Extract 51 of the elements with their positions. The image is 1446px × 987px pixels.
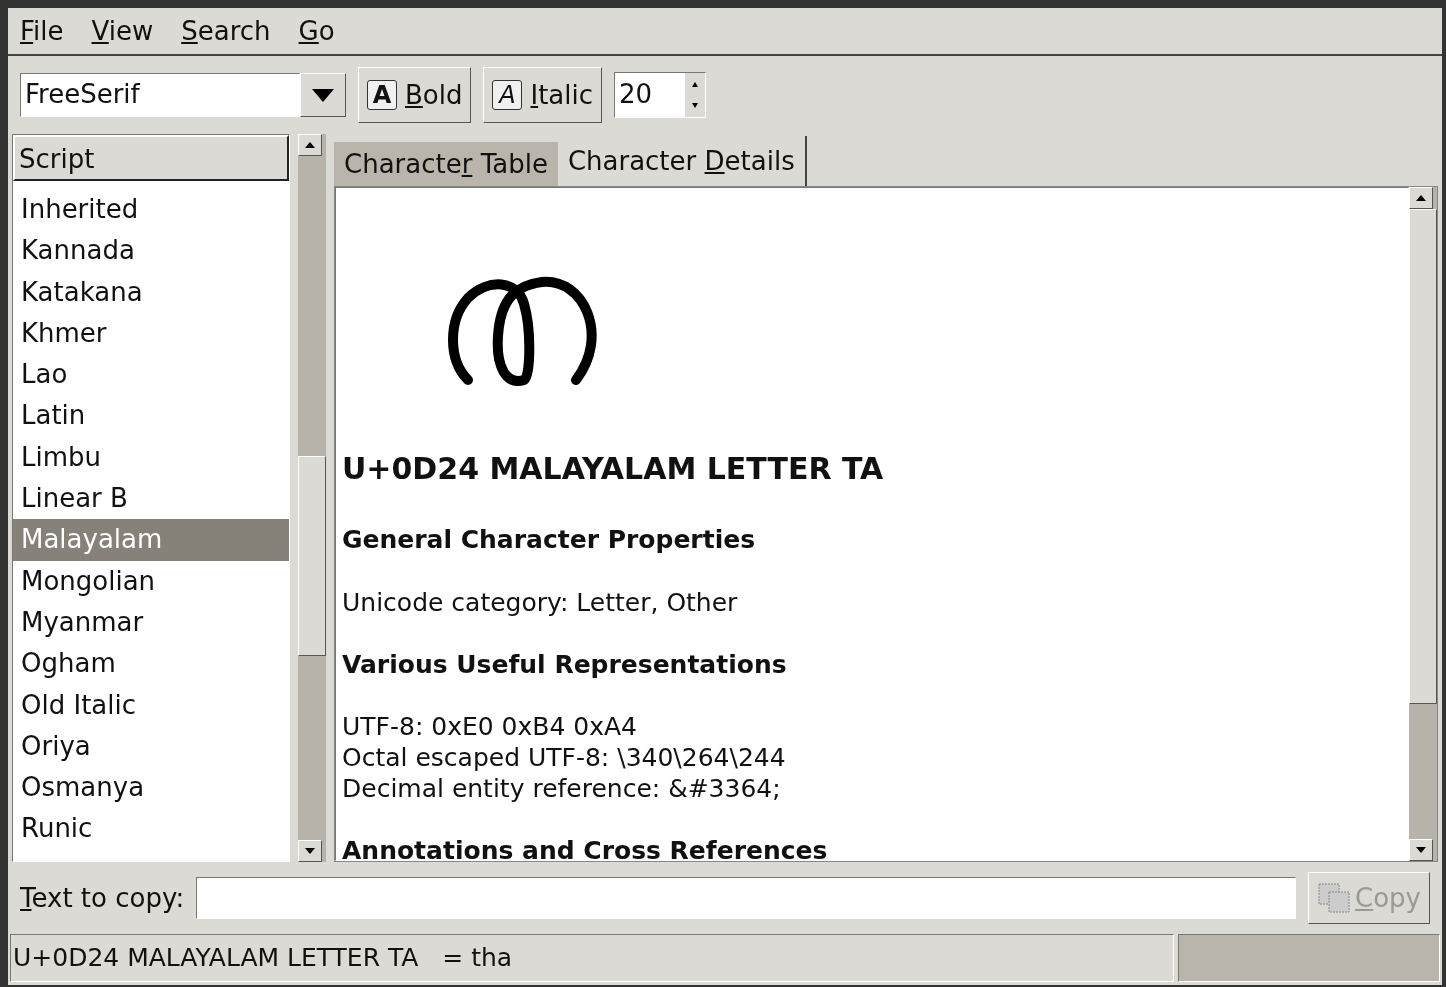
scroll-down-button[interactable] <box>298 840 322 862</box>
menu-item[interactable]: Search <box>181 11 271 51</box>
script-item[interactable]: Katakana <box>13 271 289 313</box>
script-item[interactable]: Ogham <box>13 643 289 685</box>
section-heading: Annotations and Cross References <box>342 835 828 860</box>
tab[interactable]: Character Table <box>334 142 558 186</box>
script-item[interactable]: Myanmar <box>13 601 289 644</box>
script-item[interactable]: Khmer <box>13 312 289 355</box>
scroll-up-button[interactable] <box>298 134 322 156</box>
script-item[interactable]: Inherited <box>13 189 289 231</box>
down-arrow-icon <box>305 848 315 854</box>
script-item[interactable]: Old Italic <box>13 684 289 726</box>
script-item[interactable]: Malayalam <box>13 519 289 561</box>
down-arrow-icon <box>1416 847 1426 853</box>
script-item[interactable]: Linear B <box>13 478 289 520</box>
menu-item[interactable]: Go <box>298 11 335 51</box>
copy-icon <box>1317 882 1352 914</box>
detail-text: Unicode category: Letter, Other <box>342 586 738 618</box>
scroll-up-button[interactable] <box>1409 187 1433 209</box>
dropdown-button[interactable] <box>300 73 346 117</box>
section-heading: Various Useful Representations <box>342 648 787 681</box>
script-item[interactable]: Osmanya <box>13 767 289 809</box>
script-item[interactable]: Runic <box>13 808 289 850</box>
script-item[interactable]: Kannada <box>13 230 289 272</box>
scroll-thumb[interactable] <box>1409 209 1437 704</box>
script-item[interactable]: Latin <box>13 395 289 437</box>
menu-item[interactable]: File <box>20 11 64 51</box>
bold-icon: A <box>367 80 397 110</box>
character-title: U+0D24 MALAYALAM LETTER TA <box>342 450 884 488</box>
detail-text: UTF-8: 0xE0 0xB4 0xA4 <box>342 711 637 742</box>
status-bar: U+0D24 MALAYALAM LETTER TA = tha <box>10 934 1174 982</box>
detail-text: Octal escaped UTF-8: \340\264\244 <box>342 742 786 773</box>
caret-icon <box>312 88 334 102</box>
up-arrow-icon <box>305 142 315 148</box>
size-spin-field[interactable]: 20 <box>614 72 707 118</box>
script-item[interactable]: Mongolian <box>13 560 289 602</box>
up-arrow-icon <box>1416 195 1426 201</box>
detail-text: Decimal entity reference: &#3364; <box>342 773 781 804</box>
copy-label: Text to copy: <box>20 881 185 915</box>
italic-icon: A <box>492 80 523 110</box>
bold-button[interactable]: A Bold <box>358 67 472 123</box>
script-item[interactable]: Lao <box>13 354 289 396</box>
script-item[interactable]: Oriya <box>13 725 289 768</box>
section-heading: General Character Properties <box>342 524 756 556</box>
size-value: 20 <box>618 78 654 111</box>
scroll-down-button[interactable] <box>1409 839 1433 861</box>
scroll-thumb[interactable] <box>298 456 326 656</box>
script-item[interactable]: Limbu <box>13 436 289 479</box>
italic-button[interactable]: A Italic <box>483 67 603 123</box>
menu-item[interactable]: View <box>91 11 154 51</box>
column-header[interactable]: Script <box>13 135 289 181</box>
